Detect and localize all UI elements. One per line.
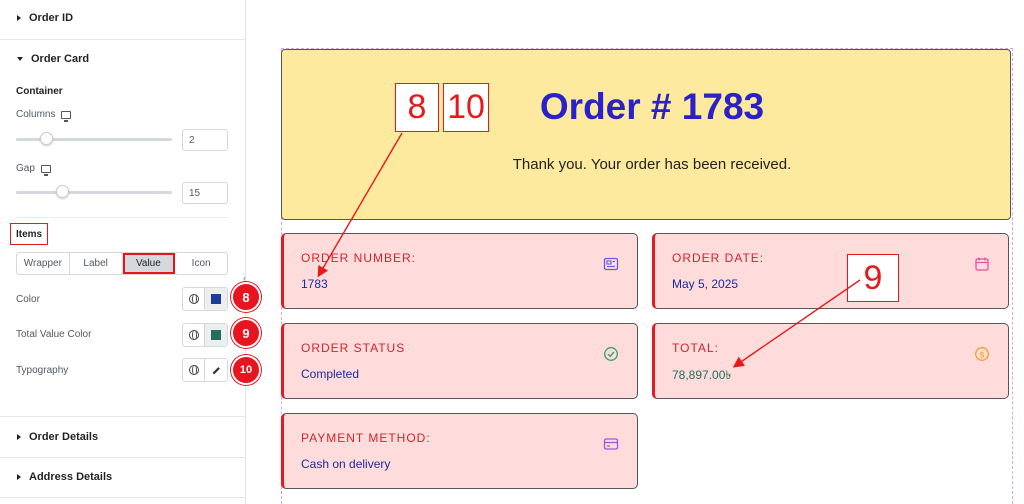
section-address-details-label: Address Details — [29, 471, 113, 483]
color-swatch — [211, 294, 221, 304]
card-value: Completed — [301, 367, 360, 381]
tab-wrapper[interactable]: Wrapper — [17, 253, 70, 274]
callout-10: 10 — [443, 83, 489, 132]
order-header-card: Order # 1783 Thank you. Your order has b… — [281, 49, 1011, 220]
annotation-badge-10: 10 — [231, 355, 261, 385]
annotation-badge-9: 9 — [231, 318, 261, 348]
container-heading: Container — [16, 86, 63, 97]
columns-slider-handle[interactable] — [40, 132, 53, 145]
caret-right-icon — [17, 434, 21, 440]
globe-icon — [188, 365, 199, 375]
columns-input[interactable]: 2 — [182, 129, 228, 151]
tab-icon[interactable]: Icon — [175, 253, 227, 274]
card-label: TOTAL: — [672, 341, 719, 355]
card-label: ORDER STATUS — [301, 341, 406, 355]
global-typography-button[interactable] — [183, 359, 205, 381]
typography-label: Typography — [16, 365, 69, 376]
total-color-swatch — [211, 330, 221, 340]
thank-you-message: Thank you. Your order has been received. — [512, 156, 792, 173]
order-date-card: ORDER DATE: May 5, 2025 — [652, 233, 1009, 309]
divider — [16, 217, 228, 218]
color-control[interactable] — [182, 287, 228, 311]
gap-input[interactable]: 15 — [182, 182, 228, 204]
desktop-icon — [40, 164, 51, 176]
divider — [0, 416, 246, 417]
gap-label-text: Gap — [16, 163, 35, 174]
check-circle-icon — [604, 347, 618, 361]
divider — [0, 39, 246, 40]
total-value-color-control[interactable] — [182, 323, 228, 347]
total-color-picker-button[interactable] — [205, 324, 227, 346]
global-colors-button[interactable] — [183, 288, 205, 310]
order-title: Order # 1783 — [539, 86, 765, 127]
calendar-icon — [975, 257, 989, 271]
order-number-card: ORDER NUMBER: 1783 — [281, 233, 638, 309]
global-colors-button[interactable] — [183, 324, 205, 346]
columns-label: Columns — [16, 109, 72, 122]
payment-method-card: PAYMENT METHOD: Cash on delivery — [281, 413, 638, 489]
section-order-details-label: Order Details — [29, 431, 99, 443]
card-label: PAYMENT METHOD: — [301, 431, 431, 445]
svg-text:$: $ — [979, 350, 985, 360]
total-value-color-label: Total Value Color — [16, 329, 92, 340]
order-status-card: ORDER STATUS Completed — [281, 323, 638, 399]
card-value: Cash on delivery — [301, 457, 391, 471]
caret-right-icon — [17, 474, 21, 480]
color-picker-button[interactable] — [205, 288, 227, 310]
items-heading: Items — [10, 223, 49, 245]
callout-9: 9 — [847, 254, 899, 302]
globe-icon — [188, 330, 199, 340]
editor-panel: Order ID Order Card Container Columns 2 … — [0, 0, 246, 504]
divider — [0, 457, 246, 458]
total-value: 78,897.00৳ — [672, 368, 732, 382]
gap-slider-track[interactable] — [16, 191, 172, 194]
gap-slider-handle[interactable] — [56, 185, 69, 198]
pencil-icon — [212, 366, 220, 374]
desktop-icon — [61, 110, 72, 122]
callout-8: 8 — [395, 83, 439, 132]
divider — [0, 497, 246, 498]
annotation-badge-8: 8 — [231, 282, 261, 312]
section-order-card-label: Order Card — [31, 53, 90, 65]
section-order-id-label: Order ID — [29, 12, 74, 24]
total-card: TOTAL: 78,897.00৳ $ — [652, 323, 1009, 399]
section-order-details[interactable]: Order Details — [0, 429, 246, 445]
credit-card-icon — [603, 438, 619, 450]
caret-down-icon — [17, 57, 23, 61]
color-label: Color — [16, 294, 40, 305]
card-value: May 5, 2025 — [672, 277, 739, 291]
receipt-icon — [603, 257, 619, 271]
card-label: ORDER DATE: — [672, 251, 765, 265]
dollar-coin-icon: $ — [975, 347, 989, 361]
tab-label[interactable]: Label — [70, 253, 123, 274]
tab-value[interactable]: Value — [122, 253, 176, 274]
section-address-details[interactable]: Address Details — [0, 469, 246, 485]
card-value: 1783 — [301, 277, 328, 291]
section-order-card[interactable]: Order Card — [0, 51, 246, 67]
card-label: ORDER NUMBER: — [301, 251, 417, 265]
section-order-id[interactable]: Order ID — [0, 10, 246, 26]
edit-typography-button[interactable] — [205, 359, 227, 381]
gap-label: Gap — [16, 163, 51, 176]
columns-label-text: Columns — [16, 109, 56, 120]
globe-icon — [188, 294, 199, 304]
items-tabs: Wrapper Label Value Icon — [16, 252, 228, 275]
typography-control[interactable] — [182, 358, 228, 382]
caret-right-icon — [17, 15, 21, 21]
